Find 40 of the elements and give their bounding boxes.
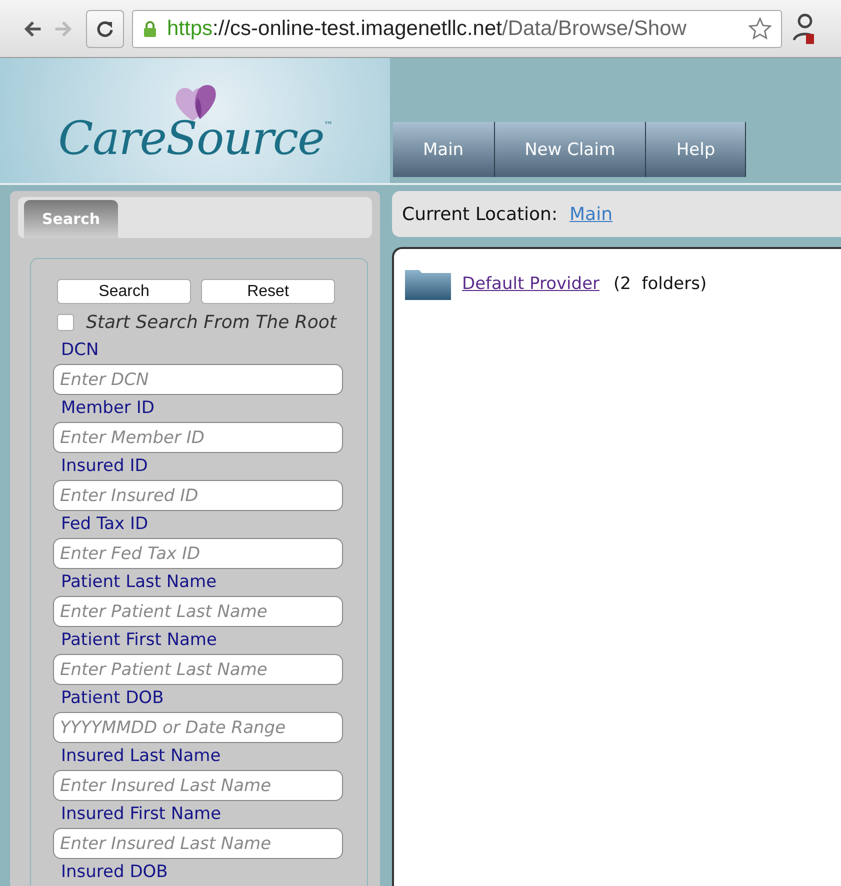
input-field[interactable]: Enter Insured Last Name	[53, 828, 343, 859]
field-label: Insured DOB	[61, 861, 168, 884]
field-label: Patient First Name	[61, 629, 217, 652]
nav-tab[interactable]: Main	[393, 122, 495, 177]
reload-icon	[95, 18, 115, 38]
input-field[interactable]: Enter Member ID	[53, 422, 343, 453]
location-label: Current Location:	[402, 204, 558, 224]
input-field[interactable]: Enter Patient Last Name	[53, 654, 343, 685]
search-tab[interactable]: Search	[24, 200, 118, 238]
field-label: Fed Tax ID	[61, 513, 148, 536]
field-label: Insured ID	[61, 455, 148, 478]
url-text: https://cs-online-test.imagenetllc.net/Data/Browse/Show	[167, 16, 688, 40]
nav-tab[interactable]: New Claim	[494, 122, 646, 177]
input-field[interactable]: Enter Insured Last Name	[53, 770, 343, 801]
field-label: Patient Last Name	[61, 571, 217, 594]
root-checkbox[interactable]	[57, 314, 74, 331]
bookmark-star-icon[interactable]	[747, 16, 773, 42]
field-label: Member ID	[61, 397, 154, 420]
search-button[interactable]: Search	[57, 279, 191, 304]
nav-tab[interactable]: Help	[646, 122, 746, 177]
folder-count: (2 folders)	[614, 274, 707, 294]
lock-icon	[143, 20, 157, 38]
folder-icon	[404, 267, 452, 301]
field-label: DCN	[61, 339, 99, 362]
input-field[interactable]: Enter Insured ID	[53, 480, 343, 511]
location-link[interactable]: Main	[570, 204, 613, 224]
field-label: Insured First Name	[61, 803, 222, 826]
folder-link[interactable]: Default Provider	[462, 274, 600, 294]
input-field[interactable]: Enter Fed Tax ID	[53, 538, 343, 569]
field-label: Insured Last Name	[61, 745, 221, 768]
profile-icon[interactable]	[792, 12, 814, 46]
input-field[interactable]: YYYYMMDD or Date Range	[53, 712, 343, 743]
reload-button[interactable]	[86, 10, 124, 48]
logo-wordmark: CareSource$^{™}$	[58, 111, 332, 165]
checkbox-label: Start Search From The Root	[86, 312, 336, 333]
reset-button[interactable]: Reset	[201, 279, 335, 304]
input-field[interactable]: Enter DCN	[53, 364, 343, 395]
address-bar[interactable]: https://cs-online-test.imagenetllc.net/Data/Browse/Show	[132, 10, 782, 48]
field-label: Patient DOB	[61, 687, 164, 710]
input-field[interactable]: Enter Patient Last Name	[53, 596, 343, 627]
